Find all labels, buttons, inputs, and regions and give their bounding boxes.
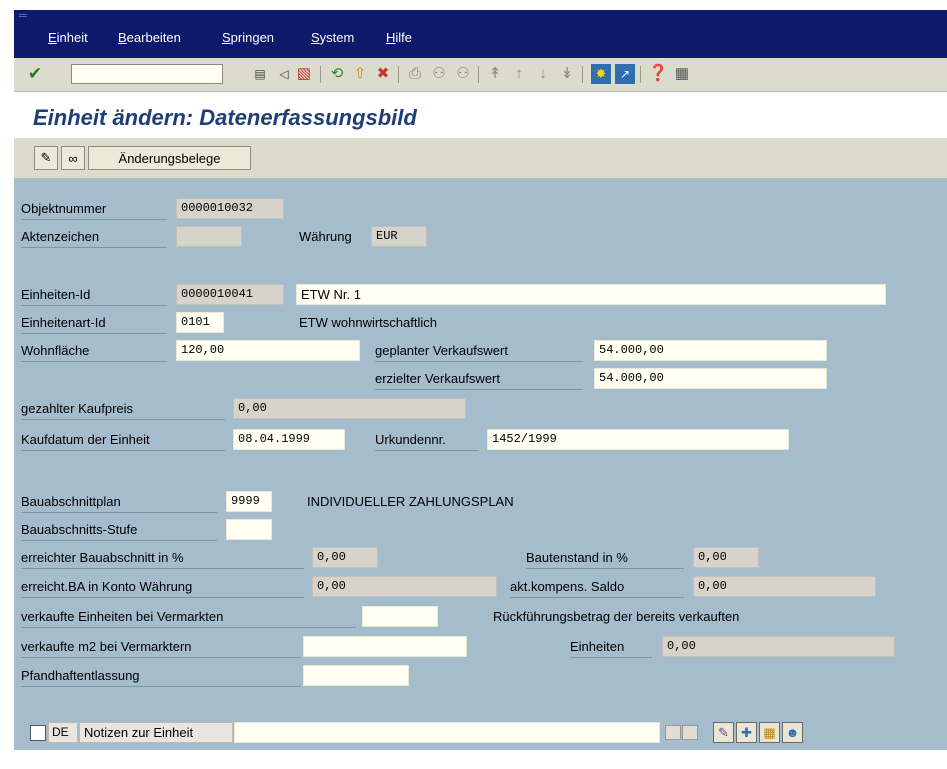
- erreichter-ba-field: 0,00: [312, 547, 378, 568]
- objektnummer-label: Objektnummer: [21, 199, 167, 220]
- einheitenart-id-label: Einheitenart-Id: [21, 313, 167, 334]
- page-title: Einheit ändern: Datenerfassungsbild: [33, 105, 417, 130]
- notes-input[interactable]: [234, 722, 660, 743]
- gezahlter-kaufpreis-label: gezahlter Kaufpreis: [21, 399, 225, 420]
- edit-note-icon[interactable]: ✎: [713, 722, 734, 743]
- separator: [320, 66, 321, 83]
- back-icon[interactable]: ⟲: [327, 64, 347, 84]
- waehrung-field: EUR: [371, 226, 427, 247]
- collapse-arrow-icon[interactable]: ◁: [274, 64, 294, 84]
- rueckfuehrung-field: 0,00: [662, 636, 895, 657]
- aktenzeichen-field: [176, 226, 242, 247]
- create-note-icon[interactable]: ✚: [736, 722, 757, 743]
- erreicht-ba-konto-field: 0,00: [312, 576, 497, 597]
- bautenstand-field: 0,00: [693, 547, 759, 568]
- pfandhaft-label: Pfandhaftentlassung: [21, 666, 301, 687]
- form-area: Objektnummer 0000010032 Aktenzeichen Wäh…: [14, 179, 947, 750]
- menu-einheit[interactable]: Einheit: [48, 30, 88, 45]
- einheiten-bezeichnung-input[interactable]: ETW Nr. 1: [296, 284, 886, 305]
- erzielter-vkw-input[interactable]: 54.000,00: [594, 368, 827, 389]
- einheiten-id-field: 0000010041: [176, 284, 284, 305]
- kaufdatum-input[interactable]: 08.04.1999: [233, 429, 345, 450]
- einheiten-id-label: Einheiten-Id: [21, 285, 167, 306]
- next-page-icon[interactable]: ↓: [533, 64, 553, 84]
- bauabschnittplan-label: Bauabschnittplan: [21, 492, 217, 513]
- einheitenart-text: ETW wohnwirtschaftlich: [299, 315, 437, 330]
- einheitenart-id-input[interactable]: 0101: [176, 312, 224, 333]
- menu-bar: ═ Einheit Bearbeiten Springen System Hil…: [14, 10, 947, 58]
- first-page-icon[interactable]: ↟: [485, 64, 505, 84]
- separator: [478, 66, 479, 83]
- exit-icon[interactable]: ⇧: [350, 64, 370, 84]
- table-icon[interactable]: ▦: [759, 722, 780, 743]
- waehrung-label: Währung: [299, 229, 352, 244]
- urkundennr-input[interactable]: 1452/1999: [487, 429, 789, 450]
- bautenstand-label: Bautenstand in %: [526, 548, 684, 569]
- kaufdatum-label: Kaufdatum der Einheit: [21, 430, 225, 451]
- bauabschnittplan-text: INDIVIDUELLER ZAHLUNGSPLAN: [307, 494, 514, 509]
- enter-checkmark-icon[interactable]: ✔: [25, 64, 45, 84]
- wohnflaeche-label: Wohnfläche: [21, 341, 167, 362]
- menu-springen[interactable]: Springen: [222, 30, 274, 45]
- pfandhaft-input[interactable]: [303, 665, 409, 686]
- aenderungsbelege-button[interactable]: Änderungsbelege: [88, 146, 251, 170]
- bauabschnitts-stufe-input[interactable]: [226, 519, 272, 540]
- notes-label: Notizen zur Einheit: [79, 722, 233, 743]
- help-icon[interactable]: ❓: [648, 64, 668, 84]
- application-toolbar: ✎ ∞ Änderungsbelege: [14, 138, 947, 179]
- rueckfuehrung-label: Rückführungsbetrag der bereits verkaufte…: [493, 609, 740, 624]
- geplanter-vkw-label: geplanter Verkaufswert: [375, 341, 583, 362]
- previous-page-icon[interactable]: ↑: [509, 64, 529, 84]
- erreichter-ba-label: erreichter Bauabschnitt in %: [21, 548, 304, 569]
- title-bar: Einheit ändern: Datenerfassungsbild: [14, 92, 947, 138]
- print-icon[interactable]: ⎙: [405, 64, 425, 84]
- save-icon[interactable]: ▧: [294, 64, 314, 84]
- wohnflaeche-input[interactable]: 120,00: [176, 340, 360, 361]
- einheiten-label: Einheiten: [570, 637, 652, 658]
- verkaufte-einheiten-input[interactable]: [362, 606, 438, 627]
- separator: [398, 66, 399, 83]
- command-history-icon[interactable]: ▤: [250, 64, 270, 84]
- user-icon[interactable]: ☻: [782, 722, 803, 743]
- create-shortcut-icon[interactable]: ↗: [615, 64, 635, 84]
- aktenzeichen-label: Aktenzeichen: [21, 227, 167, 248]
- separator: [582, 66, 583, 83]
- bauabschnittplan-input[interactable]: 9999: [226, 491, 272, 512]
- glasses-icon[interactable]: ∞: [61, 146, 85, 170]
- find-next-icon[interactable]: ⚇: [453, 64, 473, 84]
- command-field[interactable]: [71, 64, 223, 84]
- notes-scroll-left[interactable]: [665, 725, 681, 740]
- geplanter-vkw-input[interactable]: 54.000,00: [594, 340, 827, 361]
- objektnummer-field: 0000010032: [176, 198, 284, 219]
- separator: [640, 66, 641, 83]
- notes-checkbox[interactable]: [30, 725, 46, 741]
- urkundennr-label: Urkundennr.: [375, 430, 479, 451]
- notes-scroll-right[interactable]: [682, 725, 698, 740]
- change-display-icon[interactable]: ✎: [34, 146, 58, 170]
- erreicht-ba-konto-label: erreicht.BA in Konto Währung: [21, 577, 304, 598]
- find-icon[interactable]: ⚇: [429, 64, 449, 84]
- notes-language: DE: [48, 722, 78, 743]
- akt-kompens-field: 0,00: [693, 576, 876, 597]
- window-menu-icon[interactable]: ═: [19, 10, 27, 22]
- verkaufte-einheiten-label: verkaufte Einheiten bei Vermarkten: [21, 607, 356, 628]
- menu-system[interactable]: System: [311, 30, 354, 45]
- menu-hilfe[interactable]: Hilfe: [386, 30, 412, 45]
- standard-toolbar: ✔ ▤ ◁ ▧ ⟲ ⇧ ✖ ⎙ ⚇ ⚇ ↟ ↑ ↓ ↡ ✸ ↗ ❓ ▦: [14, 58, 947, 92]
- menu-bearbeiten[interactable]: Bearbeiten: [118, 30, 181, 45]
- gezahlter-kaufpreis-field: 0,00: [233, 398, 466, 419]
- verkaufte-m2-label: verkaufte m2 bei Vermarktern: [21, 637, 301, 658]
- akt-kompens-label: akt.kompens. Saldo: [510, 577, 684, 598]
- new-session-icon[interactable]: ✸: [591, 64, 611, 84]
- cancel-icon[interactable]: ✖: [373, 64, 393, 84]
- layout-menu-icon[interactable]: ▦: [672, 64, 692, 84]
- last-page-icon[interactable]: ↡: [557, 64, 577, 84]
- bauabschnitts-stufe-label: Bauabschnitts-Stufe: [21, 520, 217, 541]
- verkaufte-m2-input[interactable]: [303, 636, 467, 657]
- erzielter-vkw-label: erzielter Verkaufswert: [375, 369, 583, 390]
